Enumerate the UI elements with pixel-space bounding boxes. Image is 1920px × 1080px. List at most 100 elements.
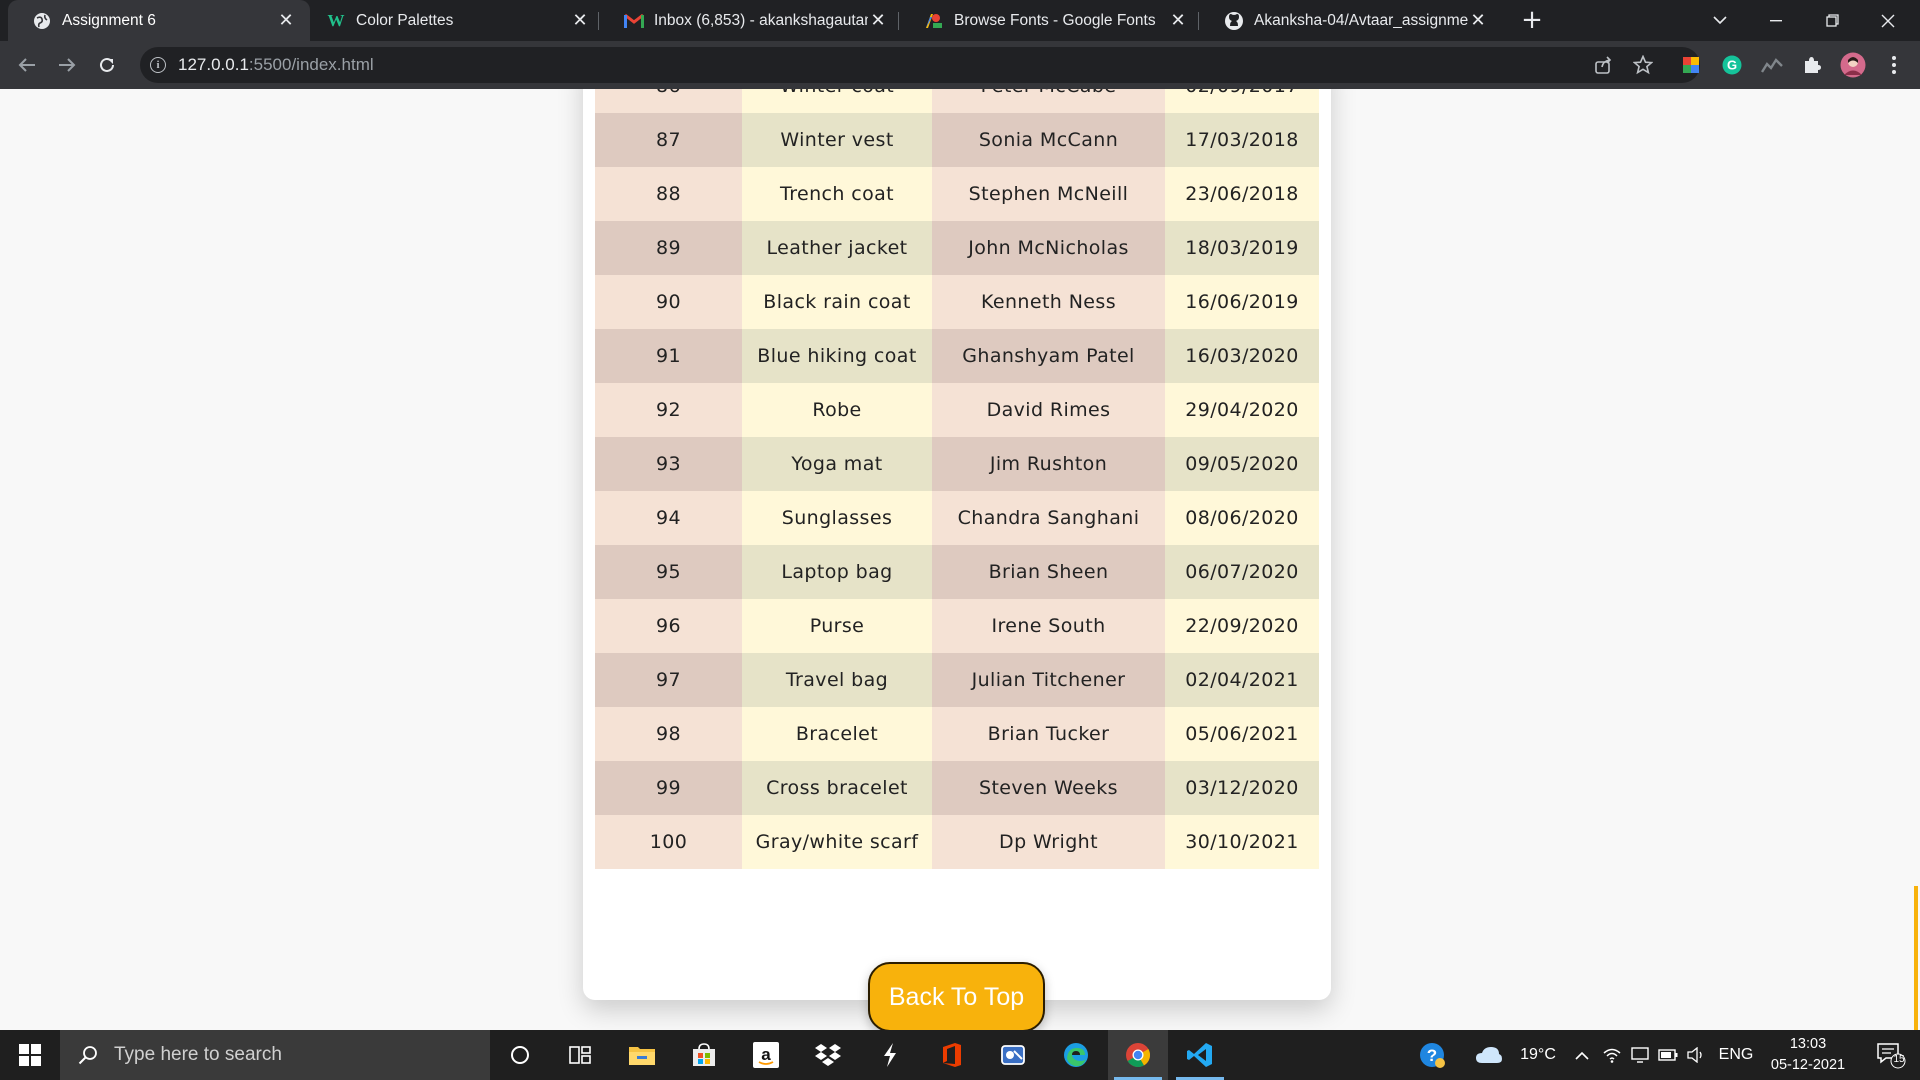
cell-item: Travel bag bbox=[742, 653, 932, 707]
url-text: 127.0.0.1:5500/index.html bbox=[178, 55, 374, 75]
tab-gmail-inbox[interactable]: Inbox (6,853) - akankshagautam4 ✕ bbox=[600, 0, 902, 41]
puzzle-extensions-icon[interactable] bbox=[1797, 50, 1827, 80]
language-indicator[interactable]: ENG bbox=[1714, 1030, 1758, 1080]
cell-item: Cross bracelet bbox=[742, 761, 932, 815]
browser-tab-strip: Assignment 6 ✕ W Color Palettes ✕ Inbox … bbox=[0, 0, 1920, 41]
table-row: 97 Travel bag Julian Titchener 02/04/2021 bbox=[595, 653, 1319, 707]
table-row: 91 Blue hiking coat Ghanshyam Patel 16/03/2… bbox=[595, 329, 1319, 383]
table-row: 89 Leather jacket John McNicholas 18/03/201… bbox=[595, 221, 1319, 275]
cell-id: 95 bbox=[595, 545, 742, 599]
back-arrow-icon[interactable] bbox=[12, 50, 42, 80]
profile-avatar[interactable] bbox=[1838, 50, 1868, 80]
analytics-extension-icon[interactable] bbox=[1757, 50, 1787, 80]
minimize-button[interactable] bbox=[1748, 0, 1804, 41]
cell-customer: John McNicholas bbox=[932, 221, 1165, 275]
vscode-icon[interactable] bbox=[1170, 1030, 1230, 1080]
amazon-icon[interactable]: a bbox=[736, 1030, 796, 1080]
cell-date: 06/07/2020 bbox=[1165, 545, 1319, 599]
cell-date: 09/05/2020 bbox=[1165, 437, 1319, 491]
table-row: 88 Trench coat Stephen McNeill 23/06/2018 bbox=[595, 167, 1319, 221]
table-row: 87 Winter vest Sonia McCann 17/03/2018 bbox=[595, 113, 1319, 167]
snipping-tool-icon[interactable] bbox=[984, 1030, 1044, 1080]
tab-divider bbox=[898, 12, 899, 30]
tab-assignment-6[interactable]: Assignment 6 ✕ bbox=[8, 0, 310, 41]
taskbar-search-box[interactable]: Type here to search bbox=[60, 1030, 490, 1080]
cell-date: 02/09/2017 bbox=[1165, 89, 1319, 113]
cortana-icon[interactable] bbox=[490, 1030, 550, 1080]
cell-id: 86 bbox=[595, 89, 742, 113]
tab-github-repo[interactable]: Akanksha-04/Avtaar_assignment ✕ bbox=[1200, 0, 1502, 41]
tab-title: Akanksha-04/Avtaar_assignment bbox=[1254, 11, 1468, 29]
edge-browser-icon[interactable] bbox=[1046, 1030, 1106, 1080]
cell-customer: Brian Sheen bbox=[932, 545, 1165, 599]
cell-item: Trench coat bbox=[742, 167, 932, 221]
cell-date: 29/04/2020 bbox=[1165, 383, 1319, 437]
address-bar[interactable]: i 127.0.0.1:5500/index.html bbox=[140, 47, 1700, 83]
cell-item: Winter coat bbox=[742, 89, 932, 113]
cell-date: 05/06/2021 bbox=[1165, 707, 1319, 761]
task-view-icon[interactable] bbox=[550, 1030, 610, 1080]
bookmark-star-icon[interactable] bbox=[1628, 50, 1658, 80]
site-info-icon[interactable]: i bbox=[150, 57, 166, 73]
close-tab-icon[interactable]: ✕ bbox=[868, 10, 888, 31]
tab-google-fonts[interactable]: Browse Fonts - Google Fonts ✕ bbox=[900, 0, 1202, 41]
cell-id: 100 bbox=[595, 815, 742, 869]
tab-search-chevron-icon[interactable] bbox=[1692, 0, 1748, 41]
cell-item: Yoga mat bbox=[742, 437, 932, 491]
tab-color-palettes[interactable]: W Color Palettes ✕ bbox=[302, 0, 604, 41]
display-icon[interactable] bbox=[1628, 1030, 1652, 1080]
taskbar-clock[interactable]: 13:03 05-12-2021 bbox=[1760, 1034, 1856, 1076]
search-placeholder: Type here to search bbox=[114, 1044, 282, 1065]
cell-customer: Brian Tucker bbox=[932, 707, 1165, 761]
close-tab-icon[interactable]: ✕ bbox=[276, 10, 296, 31]
orders-table-body: 86Winter coatPeter McCabe02/09/201787Win… bbox=[595, 89, 1319, 869]
back-to-top-button[interactable]: Back To Top bbox=[868, 962, 1045, 1030]
temperature-text[interactable]: 19°C bbox=[1510, 1030, 1566, 1080]
cell-id: 97 bbox=[595, 653, 742, 707]
browser-toolbar: i 127.0.0.1:5500/index.html G bbox=[0, 41, 1920, 89]
close-tab-icon[interactable]: ✕ bbox=[570, 10, 590, 31]
more-menu-icon[interactable] bbox=[1880, 50, 1908, 80]
chrome-taskbar-icon[interactable] bbox=[1108, 1030, 1168, 1080]
wifi-icon[interactable] bbox=[1600, 1030, 1624, 1080]
table-row: 92 Robe David Rimes 29/04/2020 bbox=[595, 383, 1319, 437]
weather-cloud-icon[interactable] bbox=[1468, 1030, 1510, 1080]
windows-start-icon[interactable] bbox=[0, 1030, 60, 1080]
cell-item: Gray/white scarf bbox=[742, 815, 932, 869]
close-tab-icon[interactable]: ✕ bbox=[1168, 10, 1188, 31]
file-explorer-icon[interactable] bbox=[612, 1030, 672, 1080]
github-icon bbox=[1224, 11, 1244, 31]
clock-time: 13:03 bbox=[1789, 1036, 1827, 1052]
dropbox-icon[interactable] bbox=[798, 1030, 858, 1080]
extension-palette-icon[interactable] bbox=[1676, 50, 1706, 80]
forward-arrow-icon[interactable] bbox=[52, 50, 82, 80]
tab-divider bbox=[1198, 12, 1199, 30]
reload-icon[interactable] bbox=[92, 50, 122, 80]
table-row: 95 Laptop bag Brian Sheen 06/07/2020 bbox=[595, 545, 1319, 599]
cell-item: Robe bbox=[742, 383, 932, 437]
table-row: 93 Yoga mat Jim Rushton 09/05/2020 bbox=[595, 437, 1319, 491]
office-icon[interactable] bbox=[922, 1030, 982, 1080]
battery-icon[interactable] bbox=[1656, 1030, 1680, 1080]
share-icon[interactable] bbox=[1588, 50, 1618, 80]
bolt-app-icon[interactable] bbox=[860, 1030, 920, 1080]
cell-item: Leather jacket bbox=[742, 221, 932, 275]
search-icon bbox=[78, 1045, 98, 1065]
notifications-icon[interactable]: 15 bbox=[1866, 1030, 1916, 1080]
cell-item: Sunglasses bbox=[742, 491, 932, 545]
restore-button[interactable] bbox=[1804, 0, 1860, 41]
volume-icon[interactable] bbox=[1684, 1030, 1708, 1080]
cell-customer: Sonia McCann bbox=[932, 113, 1165, 167]
close-tab-icon[interactable]: ✕ bbox=[1468, 10, 1488, 31]
grammarly-icon[interactable]: G bbox=[1717, 50, 1747, 80]
new-tab-button[interactable]: + bbox=[1518, 6, 1546, 34]
table-row: 96 Purse Irene South 22/09/2020 bbox=[595, 599, 1319, 653]
microsoft-store-icon[interactable] bbox=[674, 1030, 734, 1080]
chevron-up-icon[interactable] bbox=[1570, 1030, 1594, 1080]
close-window-button[interactable] bbox=[1860, 0, 1916, 41]
scrollbar-thumb[interactable] bbox=[1914, 886, 1918, 1030]
cell-item: Blue hiking coat bbox=[742, 329, 932, 383]
cell-id: 99 bbox=[595, 761, 742, 815]
help-icon[interactable]: ? bbox=[1410, 1030, 1454, 1080]
tab-title: Assignment 6 bbox=[62, 11, 156, 29]
